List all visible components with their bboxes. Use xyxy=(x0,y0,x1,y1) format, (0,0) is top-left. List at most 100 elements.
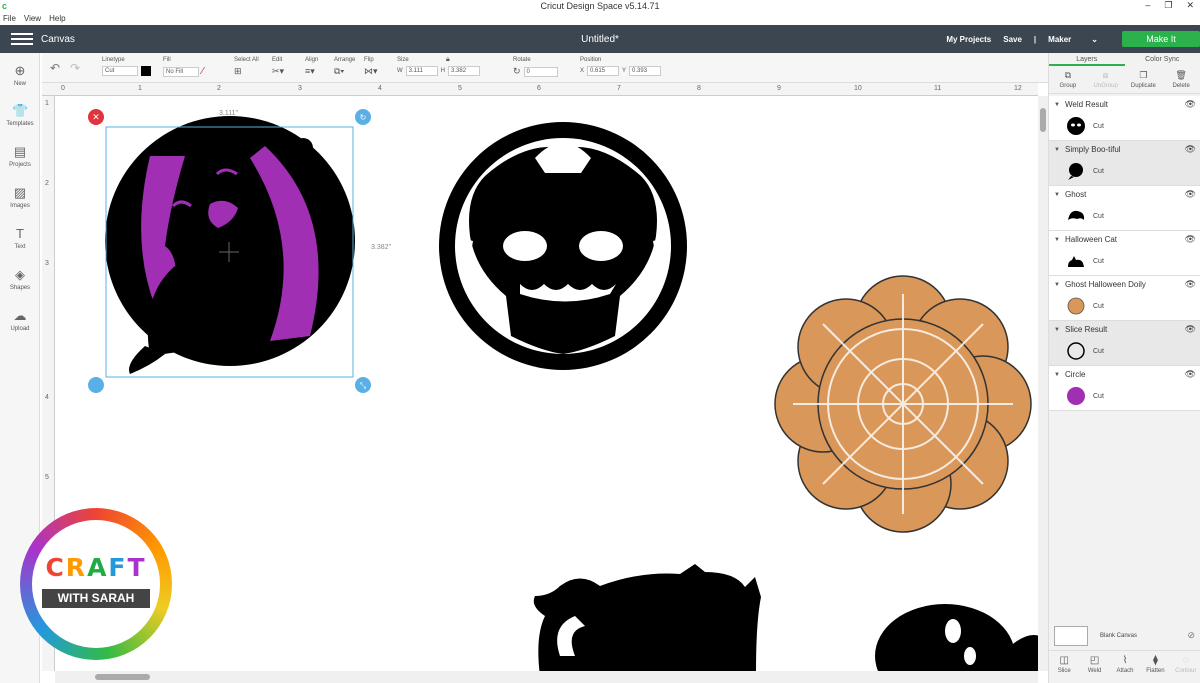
layer-operation: Cut xyxy=(1093,123,1104,130)
scrollbar-thumb[interactable] xyxy=(1040,108,1046,132)
rotate-input[interactable]: 0 xyxy=(523,66,558,77)
attach-button[interactable]: ⌇ Attach xyxy=(1110,651,1140,683)
lock-handle-icon[interactable] xyxy=(88,377,104,393)
linetype-color-swatch[interactable] xyxy=(141,66,151,76)
close-window-icon[interactable]: ✕ xyxy=(1186,0,1194,11)
ruler-tick-label: 11 xyxy=(934,85,942,92)
pumpkin-circle-design[interactable] xyxy=(439,122,687,370)
menu-help[interactable]: Help xyxy=(49,14,65,23)
eye-icon[interactable]: 👁︎ xyxy=(1185,279,1196,290)
eye-icon[interactable]: 👁︎ xyxy=(1185,189,1196,200)
tab-color-sync[interactable]: Color Sync xyxy=(1125,53,1200,66)
maximize-icon[interactable]: ❐ xyxy=(1164,0,1172,11)
width-input[interactable]: 3.111 xyxy=(405,66,438,76)
scrollbar-thumb[interactable] xyxy=(95,674,150,680)
sidebar-item-images[interactable]: ▨ Images xyxy=(0,185,40,209)
y-position-input[interactable]: 0.393 xyxy=(629,66,662,76)
vertical-scrollbar[interactable] xyxy=(1038,96,1048,671)
blank-canvas-swatch[interactable] xyxy=(1054,626,1088,646)
doily-design[interactable] xyxy=(774,275,1032,533)
layers-panel: Layers Color Sync ⧉ Group ⧈ UnGroup ❐ Dupli… xyxy=(1048,53,1200,683)
layer-item[interactable]: ▼ Weld Result 👁︎ Cut xyxy=(1049,96,1200,141)
menu-file[interactable]: File xyxy=(3,14,16,23)
blank-canvas-row[interactable]: Blank Canvas ⊘ xyxy=(1049,620,1200,650)
delete-button[interactable]: 🗑︎ Delete xyxy=(1162,66,1200,93)
sidebar-item-new[interactable]: ⊕ New xyxy=(0,63,40,87)
blank-canvas-label: Blank Canvas xyxy=(1100,633,1138,639)
lock-icon[interactable]: 🔒︎ xyxy=(446,56,450,64)
weld-button[interactable]: ◰ Weld xyxy=(1079,651,1109,683)
eye-icon[interactable]: 👁︎ xyxy=(1185,369,1196,380)
linetype-select[interactable]: Cut xyxy=(102,66,138,76)
eye-icon[interactable]: 👁︎ xyxy=(1185,234,1196,245)
no-fill-swatch-icon[interactable]: ⁄ xyxy=(202,66,204,77)
ruler-tick-label: 7 xyxy=(617,85,621,92)
craft-with-sarah-logo: CRAFT WITH SARAH xyxy=(20,508,172,660)
ghost-design[interactable] xyxy=(875,604,1038,671)
minimize-icon[interactable]: – xyxy=(1145,0,1150,11)
ruler-tick-label: 6 xyxy=(537,85,541,92)
eye-icon[interactable]: 👁︎ xyxy=(1185,144,1196,155)
my-projects-link[interactable]: My Projects xyxy=(946,35,991,44)
flip-icon[interactable]: ⋈▾ xyxy=(364,66,378,77)
collapse-triangle-icon[interactable]: ▼ xyxy=(1054,327,1060,333)
ruler-tick-label: 4 xyxy=(378,85,382,92)
redo-icon[interactable]: ↷ xyxy=(70,61,80,75)
make-it-button[interactable]: Make It xyxy=(1122,31,1200,47)
height-input[interactable]: 3.382 xyxy=(448,66,481,76)
scissors-icon[interactable]: ✂▾ xyxy=(272,66,284,77)
tab-layers[interactable]: Layers xyxy=(1049,53,1125,66)
layer-item[interactable]: ▼ Slice Result 👁︎ Cut xyxy=(1049,321,1200,366)
layer-item[interactable]: ▼ Ghost Halloween Doily 👁︎ Cut xyxy=(1049,276,1200,321)
ungroup-button[interactable]: ⧈ UnGroup xyxy=(1087,66,1125,93)
chevron-down-icon: ⌄ xyxy=(1091,34,1098,44)
fill-select[interactable]: No Fill xyxy=(163,66,199,77)
sidebar-item-projects[interactable]: ▤ Projects xyxy=(0,144,40,168)
layer-item[interactable]: ▼ Simply Boo-tiful 👁︎ Cut xyxy=(1049,141,1200,186)
sidebar-item-text[interactable]: T Text xyxy=(0,226,40,250)
layer-item[interactable]: ▼ Halloween Cat 👁︎ Cut xyxy=(1049,231,1200,276)
layer-operation: Cut xyxy=(1093,303,1104,310)
flatten-button[interactable]: ⧫ Flatten xyxy=(1140,651,1170,683)
collapse-triangle-icon[interactable]: ▼ xyxy=(1054,282,1060,288)
select-all-icon[interactable]: ⊞ xyxy=(234,66,259,77)
save-button[interactable]: Save xyxy=(1003,35,1022,44)
x-position-input[interactable]: 0.615 xyxy=(587,66,620,76)
fill-label: Fill xyxy=(163,57,171,63)
sidebar-item-templates[interactable]: 👕 Templates xyxy=(0,103,40,127)
sidebar-item-shapes[interactable]: ◈ Shapes xyxy=(0,267,40,291)
collapse-triangle-icon[interactable]: ▼ xyxy=(1054,102,1060,108)
machine-select[interactable]: Maker ⌄ xyxy=(1048,35,1110,44)
layer-operation: Cut xyxy=(1093,348,1104,355)
slice-button[interactable]: ◫ Slice xyxy=(1049,651,1079,683)
sidebar-item-upload[interactable]: ☁ Upload xyxy=(0,308,40,332)
duplicate-button[interactable]: ❐ Duplicate xyxy=(1125,66,1163,93)
layer-item[interactable]: ▼ Ghost 👁︎ Cut xyxy=(1049,186,1200,231)
collapse-triangle-icon[interactable]: ▼ xyxy=(1054,192,1060,198)
design-canvas[interactable]: ✕ ↻ ⤡ 3.111" 3.382" xyxy=(55,96,1038,671)
collapse-triangle-icon[interactable]: ▼ xyxy=(1054,147,1060,153)
eye-icon[interactable]: 👁︎ xyxy=(1185,324,1196,335)
group-button[interactable]: ⧉ Group xyxy=(1049,66,1087,93)
layer-item[interactable]: ▼ Circle 👁︎ Cut xyxy=(1049,366,1200,411)
logo-with-sarah-text: WITH SARAH xyxy=(42,589,150,608)
undo-icon[interactable]: ↶ xyxy=(50,61,60,75)
select-all-label: Select All xyxy=(234,57,259,63)
arrange-icon[interactable]: ⧉▾ xyxy=(334,66,355,77)
ghost-circle-design[interactable] xyxy=(105,116,355,374)
collapse-triangle-icon[interactable]: ▼ xyxy=(1054,237,1060,243)
eye-icon[interactable]: 👁︎ xyxy=(1185,99,1196,110)
flatten-icon: ⧫ xyxy=(1152,655,1158,666)
linetype-label: Linetype xyxy=(102,57,125,63)
position-label: Position xyxy=(580,57,602,63)
eye-hidden-icon[interactable]: ⊘ xyxy=(1187,630,1195,641)
contour-button[interactable]: ◌ Contour xyxy=(1171,651,1200,683)
hamburger-menu-icon[interactable] xyxy=(11,33,33,45)
horizontal-scrollbar[interactable] xyxy=(55,671,1038,683)
collapse-triangle-icon[interactable]: ▼ xyxy=(1054,372,1060,378)
rotate-icon: ↻ xyxy=(513,66,521,76)
halloween-cat-design[interactable] xyxy=(533,564,761,671)
menu-view[interactable]: View xyxy=(24,14,41,23)
sidebar-label: Images xyxy=(10,203,30,209)
align-icon[interactable]: ≡▾ xyxy=(305,66,318,77)
